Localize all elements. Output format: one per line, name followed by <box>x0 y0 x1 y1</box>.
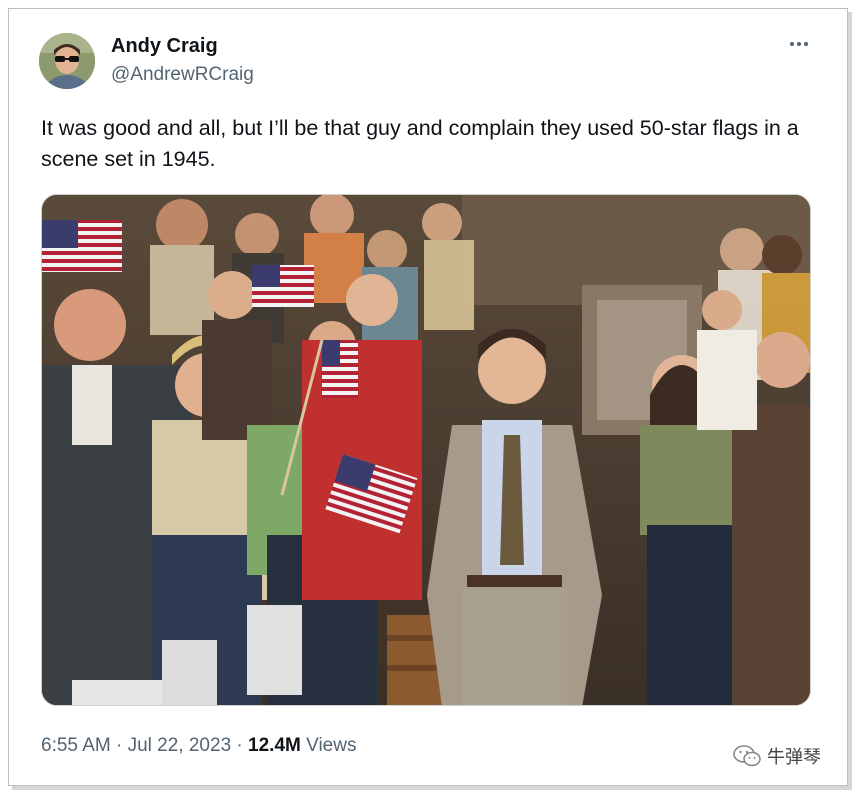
views-label: Views <box>306 735 357 756</box>
meta-separator: · <box>116 735 123 756</box>
author-name[interactable]: Andy Craig <box>111 35 218 58</box>
views-count[interactable]: 12.4M <box>248 735 301 756</box>
author-handle[interactable]: @AndrewRCraig <box>111 64 254 86</box>
movie-still-image <box>42 195 810 705</box>
meta-separator: · <box>236 735 243 756</box>
more-horizontal-icon <box>797 42 801 46</box>
watermark: 牛弹琴 <box>733 743 821 769</box>
card-shadow-bottom <box>12 786 852 790</box>
tweet-photo[interactable] <box>41 194 811 706</box>
wechat-icon <box>733 745 761 767</box>
more-options-button[interactable] <box>781 29 817 59</box>
tweet-card: Andy Craig @AndrewRCraig It was good and… <box>8 8 848 786</box>
more-horizontal-icon <box>790 42 794 46</box>
watermark-label: 牛弹琴 <box>767 747 821 767</box>
avatar[interactable] <box>39 33 95 89</box>
avatar-image <box>39 33 95 89</box>
card-shadow-right <box>848 12 852 790</box>
tweet-date[interactable]: Jul 22, 2023 <box>128 735 232 756</box>
tweet-meta: 6:55 AM · Jul 22, 2023 · 12.4M Views <box>41 735 356 757</box>
tweet-time[interactable]: 6:55 AM <box>41 735 111 756</box>
tweet-text: It was good and all, but I’ll be that gu… <box>41 116 799 171</box>
more-horizontal-icon <box>804 42 808 46</box>
